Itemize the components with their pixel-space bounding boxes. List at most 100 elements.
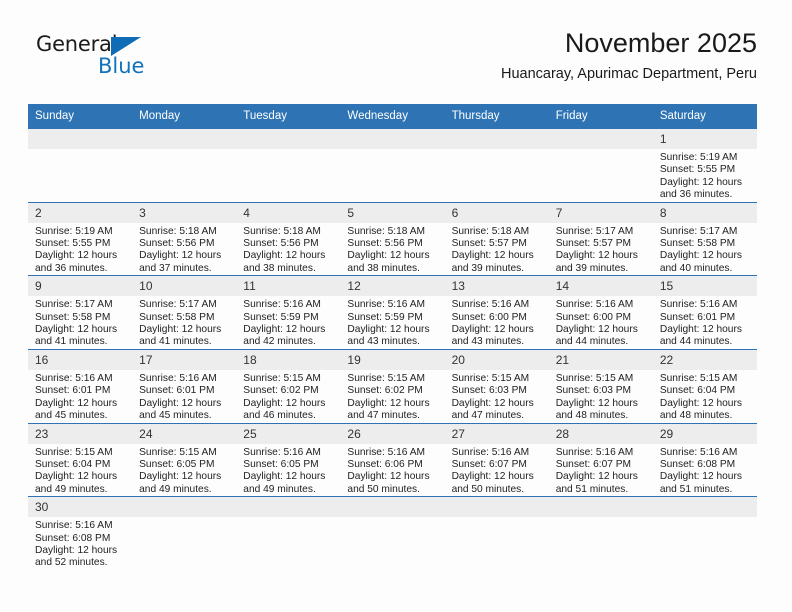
calendar-day-cell[interactable]: 19 Sunrise: 5:15 AM Sunset: 6:02 PM Dayligh… bbox=[340, 348, 445, 423]
day-cell-inner: 19 Sunrise: 5:15 AM Sunset: 6:02 PM Dayligh… bbox=[340, 349, 445, 423]
calendar-day-cell[interactable]: 11 Sunrise: 5:16 AM Sunset: 5:59 PM Dayligh… bbox=[236, 275, 341, 350]
calendar-day-cell[interactable]: 2 Sunrise: 5:19 AM Sunset: 5:55 PM Daylight… bbox=[28, 201, 133, 276]
calendar-day-cell[interactable]: 18 Sunrise: 5:15 AM Sunset: 6:02 PM Dayligh… bbox=[236, 348, 341, 423]
day-sun-info: Sunrise: 5:15 AM Sunset: 6:03 PM Daylight:… bbox=[445, 370, 549, 423]
sunset-text: Sunset: 5:56 PM bbox=[139, 238, 215, 250]
weekday-header-monday: Monday bbox=[132, 104, 237, 129]
calendar-day-cell[interactable]: 9 Sunrise: 5:17 AM Sunset: 5:58 PM Daylight… bbox=[28, 275, 133, 350]
day-cell-inner bbox=[132, 129, 237, 202]
day-number: 9 bbox=[28, 276, 133, 297]
calendar-day-cell[interactable]: 13 Sunrise: 5:16 AM Sunset: 6:00 PM Dayligh… bbox=[444, 275, 549, 350]
calendar-day-cell[interactable]: 7 Sunrise: 5:17 AM Sunset: 5:57 PM Daylight… bbox=[548, 201, 653, 276]
daylight-text-line2: and 40 minutes. bbox=[659, 262, 733, 274]
weekday-header-saturday: Saturday bbox=[652, 104, 757, 129]
calendar-day-cell[interactable]: 16 Sunrise: 5:16 AM Sunset: 6:01 PM Dayligh… bbox=[28, 348, 133, 423]
day-number: 19 bbox=[340, 349, 445, 370]
calendar-day-cell[interactable]: 28 Sunrise: 5:16 AM Sunset: 6:07 PM Dayligh… bbox=[548, 422, 653, 497]
calendar-day-cell[interactable]: 22 Sunrise: 5:15 AM Sunset: 6:04 PM Dayligh… bbox=[652, 348, 757, 423]
day-cell-inner bbox=[28, 129, 133, 202]
day-cell-inner: 21 Sunrise: 5:15 AM Sunset: 6:03 PM Dayligh… bbox=[548, 349, 653, 423]
weekday-header-tuesday: Tuesday bbox=[236, 104, 341, 129]
day-number: 1 bbox=[652, 129, 757, 149]
calendar-day-cell[interactable]: 24 Sunrise: 5:15 AM Sunset: 6:05 PM Dayligh… bbox=[132, 422, 237, 497]
day-cell-inner bbox=[548, 129, 653, 202]
calendar-day-cell[interactable]: 14 Sunrise: 5:16 AM Sunset: 6:00 PM Dayligh… bbox=[548, 275, 653, 350]
sunrise-text: Sunrise: 5:16 AM bbox=[35, 520, 113, 532]
sunset-text: Sunset: 5:58 PM bbox=[35, 311, 111, 323]
day-number: 29 bbox=[652, 423, 757, 444]
day-number: 27 bbox=[444, 423, 549, 444]
calendar-day-cell[interactable]: 30 Sunrise: 5:16 AM Sunset: 6:08 PM Dayligh… bbox=[28, 496, 133, 570]
day-number: 14 bbox=[548, 276, 653, 297]
daylight-text-line1: Daylight: 12 hours bbox=[35, 324, 118, 336]
calendar-page: General Blue November 2025 Huancaray, Ap… bbox=[0, 0, 792, 612]
day-sun-info: Sunrise: 5:16 AM Sunset: 6:08 PM Daylight:… bbox=[28, 517, 132, 570]
day-cell-inner: 1 Sunrise: 5:19 AM Sunset: 5:55 PM Daylight… bbox=[652, 129, 757, 202]
day-sun-info: Sunrise: 5:16 AM Sunset: 6:01 PM Daylight:… bbox=[653, 296, 757, 349]
daylight-text-line1: Daylight: 12 hours bbox=[139, 324, 222, 336]
daylight-text-line1: Daylight: 12 hours bbox=[347, 397, 430, 409]
day-number: 6 bbox=[444, 202, 549, 223]
day-number: 7 bbox=[548, 202, 653, 223]
day-cell-inner: 14 Sunrise: 5:16 AM Sunset: 6:00 PM Dayligh… bbox=[548, 276, 653, 349]
sunrise-text: Sunrise: 5:15 AM bbox=[35, 446, 113, 458]
sunset-text: Sunset: 6:01 PM bbox=[659, 311, 736, 323]
day-sun-info: Sunrise: 5:18 AM Sunset: 5:56 PM Daylight:… bbox=[132, 223, 236, 276]
daylight-text-line2: and 49 minutes. bbox=[35, 483, 108, 495]
day-cell-inner: 27 Sunrise: 5:16 AM Sunset: 6:07 PM Dayligh… bbox=[444, 423, 549, 497]
daylight-text-line1: Daylight: 12 hours bbox=[139, 471, 222, 483]
day-number: 8 bbox=[652, 202, 757, 223]
daylight-text-line2: and 49 minutes. bbox=[139, 483, 212, 495]
day-number: 3 bbox=[132, 202, 237, 223]
calendar-day-cell[interactable]: 1 Sunrise: 5:19 AM Sunset: 5:55 PM Daylight… bbox=[652, 128, 757, 203]
daylight-text-line2: and 41 minutes. bbox=[139, 336, 212, 348]
daylight-text-line1: Daylight: 12 hours bbox=[555, 471, 638, 483]
calendar-day-cell[interactable]: 26 Sunrise: 5:16 AM Sunset: 6:06 PM Dayligh… bbox=[340, 422, 445, 497]
calendar-day-cell[interactable]: 27 Sunrise: 5:16 AM Sunset: 6:07 PM Dayligh… bbox=[444, 422, 549, 497]
day-number: 10 bbox=[132, 276, 237, 297]
day-cell-inner: 6 Sunrise: 5:18 AM Sunset: 5:57 PM Daylight… bbox=[444, 202, 549, 276]
calendar-day-cell[interactable]: 17 Sunrise: 5:16 AM Sunset: 6:01 PM Dayligh… bbox=[132, 348, 237, 423]
calendar-day-cell[interactable]: 15 Sunrise: 5:16 AM Sunset: 6:01 PM Dayligh… bbox=[652, 275, 757, 350]
daylight-text-line2: and 41 minutes. bbox=[35, 336, 108, 348]
daylight-text-line1: Daylight: 12 hours bbox=[451, 250, 534, 262]
day-sun-info: Sunrise: 5:18 AM Sunset: 5:57 PM Daylight:… bbox=[445, 223, 549, 276]
day-cell-inner: 11 Sunrise: 5:16 AM Sunset: 5:59 PM Dayligh… bbox=[236, 276, 341, 349]
day-number: 13 bbox=[444, 276, 549, 297]
calendar-day-cell[interactable]: 3 Sunrise: 5:18 AM Sunset: 5:56 PM Daylight… bbox=[132, 201, 237, 276]
generalblue-logo[interactable]: General Blue bbox=[36, 34, 186, 92]
calendar-day-cell[interactable]: 29 Sunrise: 5:16 AM Sunset: 6:08 PM Dayligh… bbox=[652, 422, 757, 497]
daylight-text-line1: Daylight: 12 hours bbox=[347, 250, 430, 262]
daylight-text-line1: Daylight: 12 hours bbox=[243, 397, 326, 409]
calendar-cell-empty bbox=[132, 496, 237, 570]
calendar-day-cell[interactable]: 10 Sunrise: 5:17 AM Sunset: 5:58 PM Dayligh… bbox=[132, 275, 237, 350]
calendar-day-cell[interactable]: 6 Sunrise: 5:18 AM Sunset: 5:57 PM Daylight… bbox=[444, 201, 549, 276]
calendar-day-cell[interactable]: 12 Sunrise: 5:16 AM Sunset: 5:59 PM Dayligh… bbox=[340, 275, 445, 350]
day-sun-info: Sunrise: 5:16 AM Sunset: 6:00 PM Daylight:… bbox=[549, 296, 653, 349]
day-number bbox=[444, 129, 549, 149]
calendar-cell-empty bbox=[444, 128, 549, 203]
calendar-day-cell[interactable]: 8 Sunrise: 5:17 AM Sunset: 5:58 PM Daylight… bbox=[652, 201, 757, 276]
daylight-text-line1: Daylight: 12 hours bbox=[35, 544, 118, 556]
calendar-cell-empty bbox=[340, 128, 445, 203]
daylight-text-line2: and 38 minutes. bbox=[347, 262, 420, 274]
calendar-day-cell[interactable]: 25 Sunrise: 5:16 AM Sunset: 6:05 PM Dayligh… bbox=[236, 422, 341, 497]
calendar-day-cell[interactable]: 20 Sunrise: 5:15 AM Sunset: 6:03 PM Dayligh… bbox=[444, 348, 549, 423]
sunrise-text: Sunrise: 5:17 AM bbox=[659, 225, 738, 237]
calendar-day-cell[interactable]: 23 Sunrise: 5:15 AM Sunset: 6:04 PM Dayligh… bbox=[28, 422, 133, 497]
day-number: 30 bbox=[28, 497, 133, 518]
calendar-week-row: 2 Sunrise: 5:19 AM Sunset: 5:55 PM Daylight… bbox=[28, 201, 757, 276]
sunrise-text: Sunrise: 5:18 AM bbox=[451, 225, 530, 237]
sunset-text: Sunset: 6:07 PM bbox=[451, 458, 527, 470]
weekday-header-thursday: Thursday bbox=[444, 104, 549, 129]
daylight-text-line2: and 38 minutes. bbox=[243, 262, 316, 274]
day-sun-info: Sunrise: 5:15 AM Sunset: 6:02 PM Daylight:… bbox=[340, 370, 444, 423]
day-sun-info: Sunrise: 5:15 AM Sunset: 6:02 PM Daylight:… bbox=[236, 370, 340, 423]
calendar-week-row: 9 Sunrise: 5:17 AM Sunset: 5:58 PM Daylight… bbox=[28, 275, 757, 350]
calendar-day-cell[interactable]: 21 Sunrise: 5:15 AM Sunset: 6:03 PM Dayligh… bbox=[548, 348, 653, 423]
day-sun-info: Sunrise: 5:16 AM Sunset: 6:01 PM Daylight:… bbox=[28, 370, 132, 423]
day-number: 26 bbox=[340, 423, 445, 444]
calendar-day-cell[interactable]: 4 Sunrise: 5:18 AM Sunset: 5:56 PM Daylight… bbox=[236, 201, 341, 276]
sunset-text: Sunset: 6:02 PM bbox=[243, 385, 319, 397]
calendar-day-cell[interactable]: 5 Sunrise: 5:18 AM Sunset: 5:56 PM Daylight… bbox=[340, 201, 445, 276]
